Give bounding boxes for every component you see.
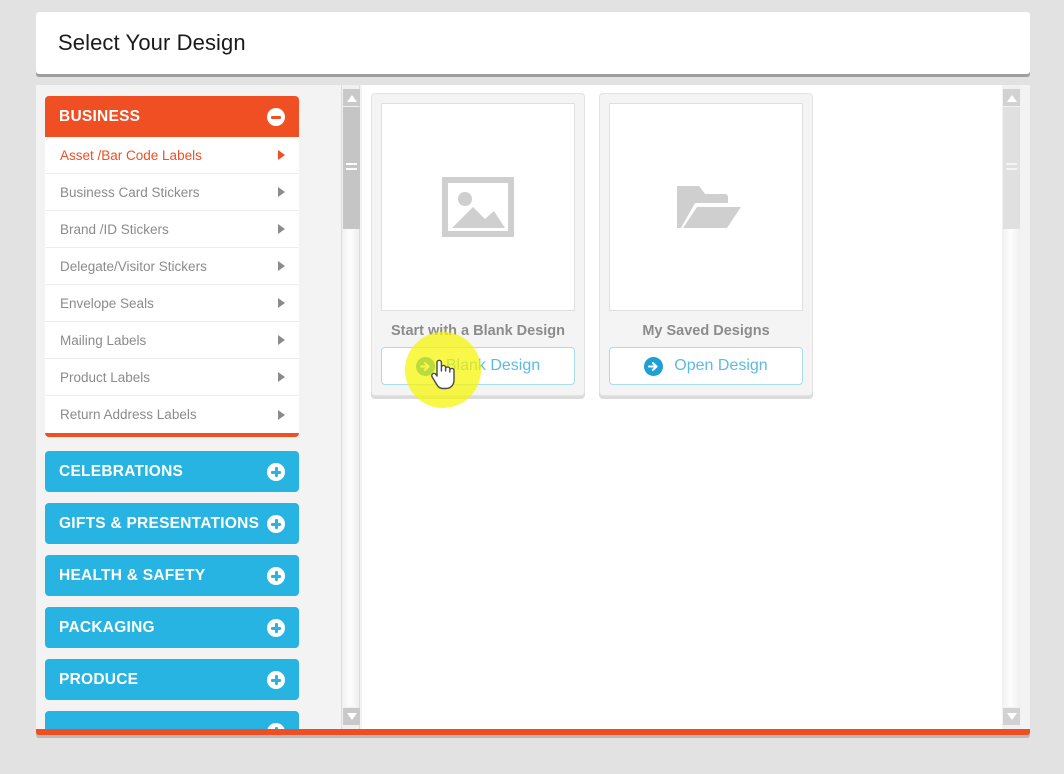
chevron-right-icon xyxy=(278,372,285,382)
sidebar-item-asset-bar-code-labels[interactable]: Asset /Bar Code Labels xyxy=(45,137,299,174)
sidebar-scrollbar-thumb[interactable] xyxy=(343,107,360,229)
chevron-right-icon xyxy=(278,335,285,345)
folder-open-icon xyxy=(677,186,741,228)
category-block xyxy=(45,711,299,729)
design-card-action-label: Open Design xyxy=(674,357,768,374)
sidebar-item-label: Business Card Stickers xyxy=(60,184,200,200)
category-header-business[interactable]: BUSINESS xyxy=(45,96,299,137)
design-card-action-button[interactable]: Blank Design xyxy=(381,347,575,385)
design-card-thumbnail xyxy=(609,103,803,311)
plus-circle-icon[interactable] xyxy=(267,670,285,689)
page-title: Select Your Design xyxy=(58,30,246,55)
category-label: CELEBRATIONS xyxy=(59,462,184,480)
sidebar-item-label: Return Address Labels xyxy=(60,407,197,422)
category-label: BUSINESS xyxy=(59,107,141,125)
design-card-thumbnail xyxy=(381,103,575,311)
category-block: HEALTH & SAFETY xyxy=(45,555,299,596)
sidebar-item-business-card-stickers[interactable]: Business Card Stickers xyxy=(45,174,299,211)
minus-circle-icon[interactable] xyxy=(267,107,285,126)
plus-circle-icon[interactable] xyxy=(267,722,285,729)
sidebar-item-label: Delegate/Visitor Stickers xyxy=(60,258,207,274)
chevron-right-icon xyxy=(278,150,285,160)
toggle-bar-horizontal xyxy=(271,115,281,119)
category-block: PACKAGING xyxy=(45,607,299,648)
triangle-up-icon xyxy=(347,95,357,102)
toggle-bar-vertical xyxy=(274,622,278,633)
category-header-gifts-presentations[interactable]: GIFTS & PRESENTATIONS xyxy=(45,503,299,544)
category-block: PRODUCE xyxy=(45,659,299,700)
sidebar-item-label: Asset /Bar Code Labels xyxy=(60,147,202,163)
design-card-title: My Saved Designs xyxy=(642,323,770,339)
category-sidebar: BUSINESS Asset /Bar Code Labels Business C… xyxy=(36,85,341,729)
content-scrollbar[interactable] xyxy=(1002,85,1021,729)
sidebar-item-label: Brand /ID Stickers xyxy=(60,221,169,237)
sidebar-scroll-up-button[interactable] xyxy=(343,89,360,106)
triangle-up-icon xyxy=(1007,95,1017,102)
image-placeholder-icon xyxy=(442,177,514,237)
category-list: BUSINESS Asset /Bar Code Labels Business C… xyxy=(45,96,299,729)
scrollbar-grip-line xyxy=(1006,163,1017,165)
sidebar-scroll-down-button[interactable] xyxy=(343,708,360,725)
design-card-action-button[interactable]: Open Design xyxy=(609,347,803,385)
category-label: HEALTH & SAFETY xyxy=(59,566,206,584)
sidebar-item-label: Envelope Seals xyxy=(60,295,154,311)
sidebar-item-label: Product Labels xyxy=(60,369,151,385)
category-label: PACKAGING xyxy=(59,618,155,636)
scrollbar-grip-line xyxy=(346,168,357,170)
subcategory-list: Asset /Bar Code Labels Business Card Stic… xyxy=(45,137,299,437)
content-scrollbar-thumb[interactable] xyxy=(1003,107,1020,229)
toggle-bar-vertical xyxy=(274,570,278,581)
category-block: GIFTS & PRESENTATIONS xyxy=(45,503,299,544)
app-root: Select Your Design BUSINESS Asset /Bar Co… xyxy=(0,0,1064,774)
chevron-right-icon xyxy=(278,261,285,271)
category-header-celebrations[interactable]: CELEBRATIONS xyxy=(45,451,299,492)
design-picker-panel: BUSINESS Asset /Bar Code Labels Business C… xyxy=(36,85,1030,735)
category-header-packaging[interactable]: PACKAGING xyxy=(45,607,299,648)
sidebar-item-brand-id-stickers[interactable]: Brand /ID Stickers xyxy=(45,211,299,248)
sidebar-item-label: Mailing Labels xyxy=(60,332,147,348)
toggle-bar-vertical xyxy=(274,518,278,529)
plus-circle-icon[interactable] xyxy=(267,618,285,637)
sidebar-item-return-address-labels[interactable]: Return Address Labels xyxy=(45,396,299,433)
category-label: PRODUCE xyxy=(59,670,139,688)
toggle-bar-vertical xyxy=(274,674,278,685)
content-scroll-down-button[interactable] xyxy=(1003,708,1020,725)
content-scroll-up-button[interactable] xyxy=(1003,89,1020,106)
design-card[interactable]: Start with a Blank Design Blank Design xyxy=(371,93,585,396)
sidebar-item-delegate-visitor-stickers[interactable]: Delegate/Visitor Stickers xyxy=(45,248,299,285)
chevron-right-icon xyxy=(278,298,285,308)
sidebar-item-mailing-labels[interactable]: Mailing Labels xyxy=(45,322,299,359)
toggle-bar-vertical xyxy=(274,726,278,729)
arrow-right-circle-icon xyxy=(415,356,435,376)
sidebar-scrollbar[interactable] xyxy=(341,85,360,729)
design-card[interactable]: My Saved Designs Open Design xyxy=(599,93,813,396)
category-header-health-safety[interactable]: HEALTH & SAFETY xyxy=(45,555,299,596)
category-header-produce[interactable]: PRODUCE xyxy=(45,659,299,700)
sidebar-item-envelope-seals[interactable]: Envelope Seals xyxy=(45,285,299,322)
content-scrollbar-track[interactable] xyxy=(1003,107,1020,707)
scrollbar-grip-line xyxy=(346,163,357,165)
toggle-bar-vertical xyxy=(274,466,278,477)
triangle-down-icon xyxy=(1007,713,1017,720)
chevron-right-icon xyxy=(278,224,285,234)
sidebar-scrollbar-track[interactable] xyxy=(343,107,360,707)
scrollbar-grip-line xyxy=(1006,168,1017,170)
design-card-action-label: Blank Design xyxy=(445,357,541,374)
plus-circle-icon[interactable] xyxy=(267,514,285,533)
plus-circle-icon[interactable] xyxy=(267,462,285,481)
design-card-title: Start with a Blank Design xyxy=(390,323,566,339)
chevron-right-icon xyxy=(278,187,285,197)
design-content-area: Start with a Blank Design Blank Design My … xyxy=(362,85,1002,729)
sidebar-item-product-labels[interactable]: Product Labels xyxy=(45,359,299,396)
category-header-partial[interactable] xyxy=(45,711,299,729)
design-card-grid: Start with a Blank Design Blank Design My … xyxy=(362,85,1002,396)
category-block: BUSINESS Asset /Bar Code Labels Business C… xyxy=(45,96,299,437)
chevron-right-icon xyxy=(278,409,285,420)
page-header: Select Your Design xyxy=(36,12,1030,74)
category-block: CELEBRATIONS xyxy=(45,451,299,492)
plus-circle-icon[interactable] xyxy=(267,566,285,585)
category-label: GIFTS & PRESENTATIONS xyxy=(59,514,260,532)
arrow-right-circle-icon xyxy=(644,356,664,376)
triangle-down-icon xyxy=(347,713,357,720)
